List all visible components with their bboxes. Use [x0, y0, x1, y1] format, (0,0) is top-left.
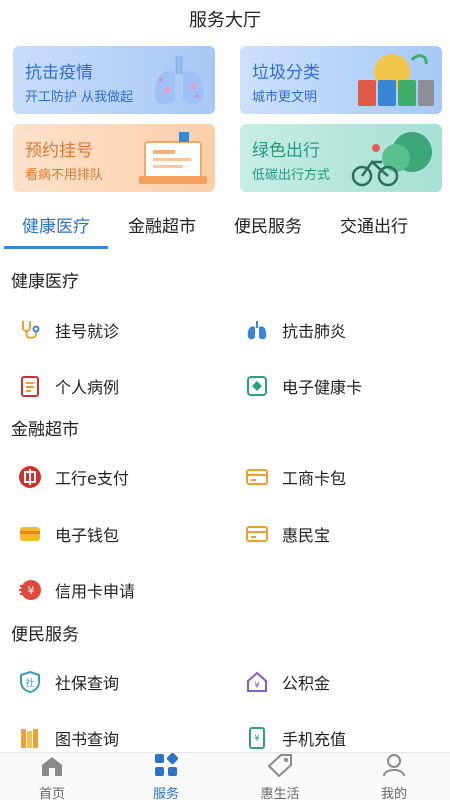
category-tabs: 健康医疗 金融超市 便民服务 交通出行: [0, 206, 450, 250]
credit-card-apply-icon: ¥: [17, 577, 43, 603]
service-item-label: 抗击肺炎: [282, 322, 347, 341]
service-item-label: 电子健康卡: [282, 378, 363, 397]
banner-title: 绿色出行: [252, 141, 320, 161]
banner-grid: 抗击疫情 开工防护 从我做起 垃圾分类 城市更文明 预约挂号 看病不用排队 绿色…: [0, 44, 450, 206]
clipboard-illustration-icon: [139, 132, 207, 184]
tabbar-label: 惠生活: [260, 787, 300, 800]
service-item-label: 工行e支付: [55, 469, 129, 488]
service-item-credit-card-apply[interactable]: ¥ 信用卡申请: [17, 574, 135, 606]
banner-subtitle: 看病不用排队: [25, 168, 104, 183]
huiminbao-icon: [244, 521, 270, 547]
service-item-icbc-pay[interactable]: 工行e支付: [17, 461, 129, 493]
svg-text:¥: ¥: [254, 734, 260, 744]
lungs-illustration-icon: [154, 56, 204, 105]
tabbar-mine[interactable]: 我的: [354, 753, 434, 800]
banner-subtitle: 低碳出行方式: [252, 168, 331, 183]
tab-finance[interactable]: 金融超市: [112, 212, 212, 248]
bicycle-illustration-icon: [351, 132, 432, 187]
service-item-label: 电子钱包: [55, 526, 120, 545]
service-item-e-wallet[interactable]: 电子钱包: [17, 518, 119, 550]
service-item-health-card[interactable]: 电子健康卡: [244, 370, 362, 402]
banner-appointment[interactable]: 预约挂号 看病不用排队: [13, 124, 215, 192]
user-icon: [382, 753, 406, 781]
stethoscope-icon: [17, 317, 43, 343]
active-tab-indicator: [4, 246, 108, 249]
tabbar-label: 我的: [380, 787, 407, 800]
section-title-health: 健康医疗: [11, 272, 79, 292]
recycle-bins-illustration-icon: [358, 54, 434, 106]
section-title-convenience: 便民服务: [11, 625, 79, 645]
tag-icon: [267, 753, 293, 781]
lungs-icon: [244, 317, 270, 343]
service-item-label: 挂号就诊: [55, 322, 120, 341]
health-card-icon: [244, 373, 270, 399]
e-wallet-icon: [17, 521, 43, 547]
banner-subtitle: 城市更文明: [252, 90, 318, 105]
card-wallet-icon: [244, 464, 270, 490]
book-icon: [17, 725, 43, 750]
housing-fund-icon: ¥: [244, 669, 270, 695]
service-item-label: 图书查询: [55, 730, 120, 749]
svg-text:¥: ¥: [254, 681, 260, 691]
banner-title: 抗击疫情: [25, 63, 93, 83]
service-list[interactable]: 健康医疗 挂号就诊 抗击肺炎 个人病例 电子健康卡 金融超市 工行e支付 工商卡…: [0, 250, 450, 750]
service-item-label: 信用卡申请: [55, 582, 136, 601]
home-icon: [40, 755, 64, 781]
service-item-huiminbao[interactable]: 惠民宝: [244, 518, 330, 550]
service-item-label: 手机充值: [282, 730, 347, 749]
service-item-housing-fund[interactable]: ¥ 公积金: [244, 666, 330, 698]
service-item-phone-recharge[interactable]: ¥ 手机充值: [244, 722, 346, 750]
banner-title: 垃圾分类: [252, 63, 320, 83]
service-item-social-security[interactable]: 社 社保查询: [17, 666, 119, 698]
bottom-tab-bar: 首页 服务 惠生活 我的: [0, 752, 450, 800]
service-item-label: 社保查询: [55, 674, 120, 693]
section-title-finance: 金融超市: [11, 420, 79, 440]
service-item-card-wallet[interactable]: 工商卡包: [244, 461, 346, 493]
tabbar-services[interactable]: 服务: [126, 752, 206, 800]
service-item-label: 工商卡包: [282, 469, 347, 488]
phone-recharge-icon: ¥: [244, 725, 270, 750]
tabbar-label: 服务: [152, 787, 179, 800]
service-item-medical-record[interactable]: 个人病例: [17, 370, 119, 402]
icbc-pay-icon: [17, 464, 43, 490]
social-security-icon: 社: [17, 669, 43, 695]
banner-title: 预约挂号: [25, 141, 93, 161]
tab-convenience[interactable]: 便民服务: [218, 212, 318, 248]
service-item-fight-pneumonia[interactable]: 抗击肺炎: [244, 314, 346, 346]
page-title: 服务大厅: [189, 10, 261, 31]
banner-garbage-sorting[interactable]: 垃圾分类 城市更文明: [240, 46, 442, 114]
tabbar-hui-life[interactable]: 惠生活: [240, 753, 320, 800]
banner-green-travel[interactable]: 绿色出行 低碳出行方式: [240, 124, 442, 192]
medical-record-icon: [17, 373, 43, 399]
service-item-registration[interactable]: 挂号就诊: [17, 314, 119, 346]
service-item-label: 个人病例: [55, 378, 120, 397]
service-item-book-search[interactable]: 图书查询: [17, 722, 119, 750]
svg-text:¥: ¥: [28, 584, 35, 597]
banner-epidemic[interactable]: 抗击疫情 开工防护 从我做起: [13, 46, 215, 114]
service-item-label: 惠民宝: [282, 526, 331, 545]
tabbar-label: 首页: [38, 787, 65, 800]
tab-health[interactable]: 健康医疗: [4, 212, 108, 248]
services-grid-icon: [154, 752, 179, 781]
page-header: 服务大厅: [0, 0, 450, 42]
tabbar-home[interactable]: 首页: [12, 755, 92, 800]
svg-text:社: 社: [25, 677, 34, 689]
tab-traffic[interactable]: 交通出行: [322, 212, 426, 248]
service-item-label: 公积金: [282, 674, 331, 693]
banner-subtitle: 开工防护 从我做起: [25, 90, 134, 105]
